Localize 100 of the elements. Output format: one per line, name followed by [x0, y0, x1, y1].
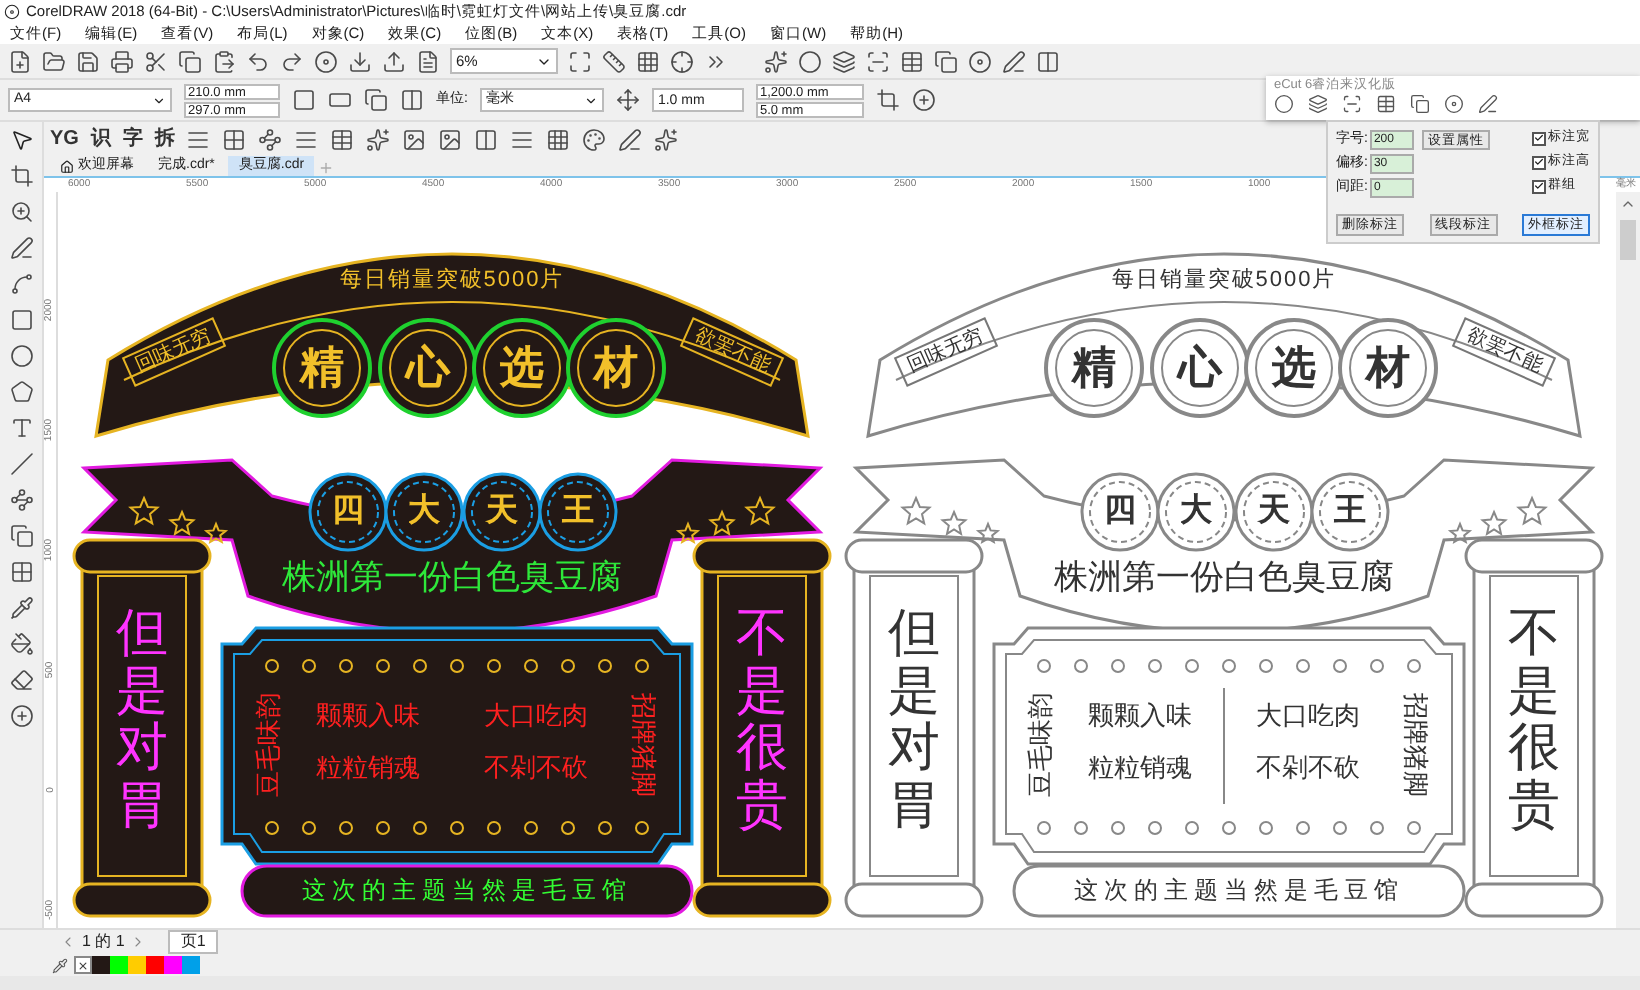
circle-icon[interactable]	[798, 49, 822, 73]
pen-icon[interactable]	[1002, 49, 1026, 73]
copy-icon[interactable]	[1410, 94, 1430, 114]
zoom-icon[interactable]	[9, 200, 33, 224]
rectangle-icon[interactable]	[9, 308, 33, 332]
table-icon[interactable]	[1376, 94, 1396, 114]
picture-icon[interactable]	[438, 127, 463, 151]
scroll-up-icon[interactable]	[1620, 196, 1636, 212]
plugin-button[interactable]: 字	[122, 127, 143, 151]
panel-text: 大口吃肉	[1254, 700, 1362, 732]
cut-icon[interactable]	[144, 49, 168, 73]
plugin-button[interactable]: 识	[90, 127, 111, 151]
image-icon[interactable]	[402, 127, 427, 151]
list-icon[interactable]	[186, 127, 211, 151]
color-swatch[interactable]	[164, 956, 182, 974]
plugin-button[interactable]: 拆	[154, 127, 175, 151]
sparkle-icon[interactable]	[366, 127, 391, 151]
add-tool-icon[interactable]	[9, 704, 33, 728]
color-swatch[interactable]	[110, 956, 128, 974]
panel-text: 粒粒销魂	[1086, 752, 1194, 784]
ruler-icon[interactable]	[602, 49, 626, 73]
save-icon[interactable]	[76, 49, 100, 73]
checkbox[interactable]	[1532, 179, 1546, 193]
curve-icon[interactable]	[9, 272, 33, 296]
sparkle-icon[interactable]	[654, 127, 679, 151]
pen-icon[interactable]	[618, 127, 643, 151]
current-page-icon[interactable]	[400, 88, 424, 112]
sparkle-icon[interactable]	[764, 49, 788, 73]
import-icon[interactable]	[348, 49, 372, 73]
title-character: 心	[1174, 342, 1225, 394]
full-screen-icon[interactable]	[568, 49, 592, 73]
pointer-icon[interactable]	[9, 128, 33, 152]
plugin-button[interactable]: YG	[50, 127, 79, 151]
new-document-icon[interactable]	[8, 49, 32, 73]
copy-icon[interactable]	[178, 49, 202, 73]
eraser-icon[interactable]	[9, 668, 33, 692]
pdf-icon[interactable]	[416, 49, 440, 73]
nodes-icon[interactable]	[258, 127, 283, 151]
pattern-icon[interactable]	[546, 127, 571, 151]
fill-icon[interactable]	[9, 632, 33, 656]
columns-icon[interactable]	[1036, 49, 1060, 73]
eyedropper-icon[interactable]	[9, 596, 33, 620]
portrait-icon[interactable]	[292, 88, 316, 112]
color-swatch[interactable]	[182, 956, 200, 974]
no-color-swatch[interactable]	[74, 956, 92, 974]
landscape-icon[interactable]	[328, 88, 352, 112]
crown-character: 天	[1255, 494, 1292, 530]
ellipse-icon[interactable]	[9, 344, 33, 368]
checkbox[interactable]	[1532, 131, 1546, 145]
export-icon[interactable]	[382, 49, 406, 73]
nudge-icon[interactable]	[615, 88, 640, 112]
title-character: 材	[1362, 342, 1412, 394]
connector-icon[interactable]	[9, 488, 33, 512]
eyedropper-icon[interactable]	[52, 957, 68, 973]
columns-icon[interactable]	[474, 127, 499, 151]
pen-icon[interactable]	[9, 236, 33, 260]
table-icon[interactable]	[330, 127, 355, 151]
copy-icon[interactable]	[934, 49, 958, 73]
disc-icon[interactable]	[1444, 94, 1464, 114]
line-icon[interactable]	[9, 452, 33, 476]
previous-page-icon[interactable]	[60, 934, 76, 950]
add-icon[interactable]	[911, 88, 936, 112]
disc-icon[interactable]	[314, 49, 338, 73]
grid-icon[interactable]	[222, 127, 247, 151]
layers-icon[interactable]	[832, 49, 856, 73]
pages-icon[interactable]	[364, 88, 388, 112]
scrollbar-thumb[interactable]	[1620, 220, 1636, 260]
scan-icon[interactable]	[1342, 94, 1362, 114]
color-swatch[interactable]	[128, 956, 146, 974]
table-icon[interactable]	[900, 49, 924, 73]
transparency-icon[interactable]	[9, 560, 33, 584]
undo-icon[interactable]	[246, 49, 270, 73]
color-swatch[interactable]	[146, 956, 164, 974]
page-tab[interactable]: 页1	[168, 930, 218, 954]
dropdown-caret-icon	[583, 93, 598, 107]
crown-character: 天	[483, 494, 520, 530]
open-folder-icon[interactable]	[42, 49, 66, 73]
circle-icon[interactable]	[1274, 94, 1294, 114]
pen-icon[interactable]	[1478, 94, 1498, 114]
scan-icon[interactable]	[866, 49, 890, 73]
palette-icon[interactable]	[582, 127, 607, 151]
shadow-icon[interactable]	[9, 524, 33, 548]
lines-icon[interactable]	[510, 127, 535, 151]
grid-icon[interactable]	[636, 49, 660, 73]
align-icon[interactable]	[294, 127, 319, 151]
disc-icon[interactable]	[968, 49, 992, 73]
arch-text: 每日销量突破5000片	[1109, 265, 1339, 296]
guidelines-icon[interactable]	[670, 49, 694, 73]
color-swatch[interactable]	[92, 956, 110, 974]
checkbox[interactable]	[1532, 155, 1546, 169]
text-icon[interactable]	[9, 416, 33, 440]
print-icon[interactable]	[110, 49, 134, 73]
polygon-icon[interactable]	[9, 380, 33, 404]
crop-icon[interactable]	[9, 164, 33, 188]
crown-character: 大	[406, 494, 442, 530]
redo-icon[interactable]	[280, 49, 304, 73]
frame-icon[interactable]	[875, 88, 900, 112]
crown-character: 大	[1178, 494, 1214, 530]
paste-icon[interactable]	[212, 49, 236, 73]
layers-icon[interactable]	[1308, 94, 1328, 114]
